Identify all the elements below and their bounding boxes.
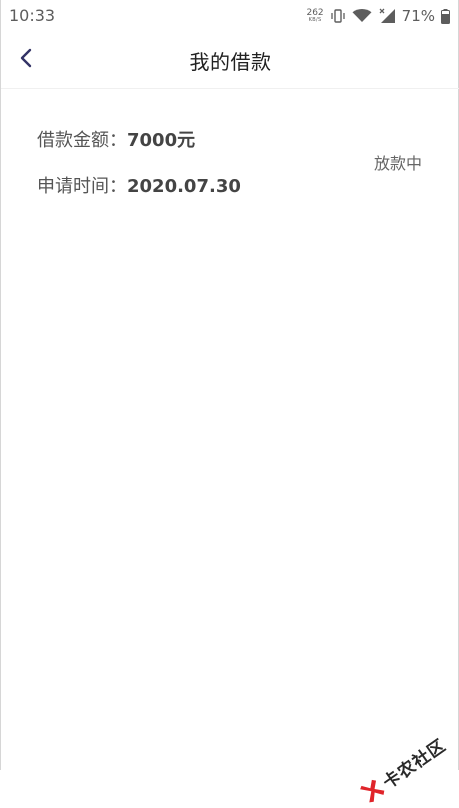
phone-screen: 10:33 262 KB/S 71% 我的借款 借款金额：7000元 申请时间：…	[0, 0, 459, 802]
apply-time-value: 2020.07.30	[127, 176, 241, 197]
vibrate-icon	[330, 9, 346, 23]
loan-amount-row: 借款金额：7000元	[37, 126, 195, 152]
loan-status: 放款中	[373, 154, 422, 173]
status-bar: 10:33 262 KB/S 71%	[1, 0, 459, 32]
battery-icon	[441, 8, 450, 24]
app-header: 我的借款	[1, 32, 459, 89]
loan-amount-label: 借款金额：	[37, 130, 127, 151]
network-speed-unit: KB/S	[308, 17, 322, 23]
signal-icon	[378, 8, 396, 24]
apply-time-row: 申请时间：2020.07.30	[37, 172, 241, 198]
battery-percent: 71%	[401, 7, 435, 25]
status-icons: 262 KB/S 71%	[306, 6, 450, 26]
page-title: 我的借款	[189, 50, 272, 74]
loan-amount-value: 7000元	[127, 130, 196, 151]
loan-record[interactable]: 借款金额：7000元 申请时间：2020.07.30 放款中	[1, 90, 459, 220]
watermark-text: 卡农社区	[379, 735, 450, 794]
network-speed: 262 KB/S	[306, 9, 323, 23]
apply-time-label: 申请时间：	[37, 176, 127, 197]
status-time: 10:33	[9, 6, 56, 25]
wifi-icon	[352, 9, 372, 23]
